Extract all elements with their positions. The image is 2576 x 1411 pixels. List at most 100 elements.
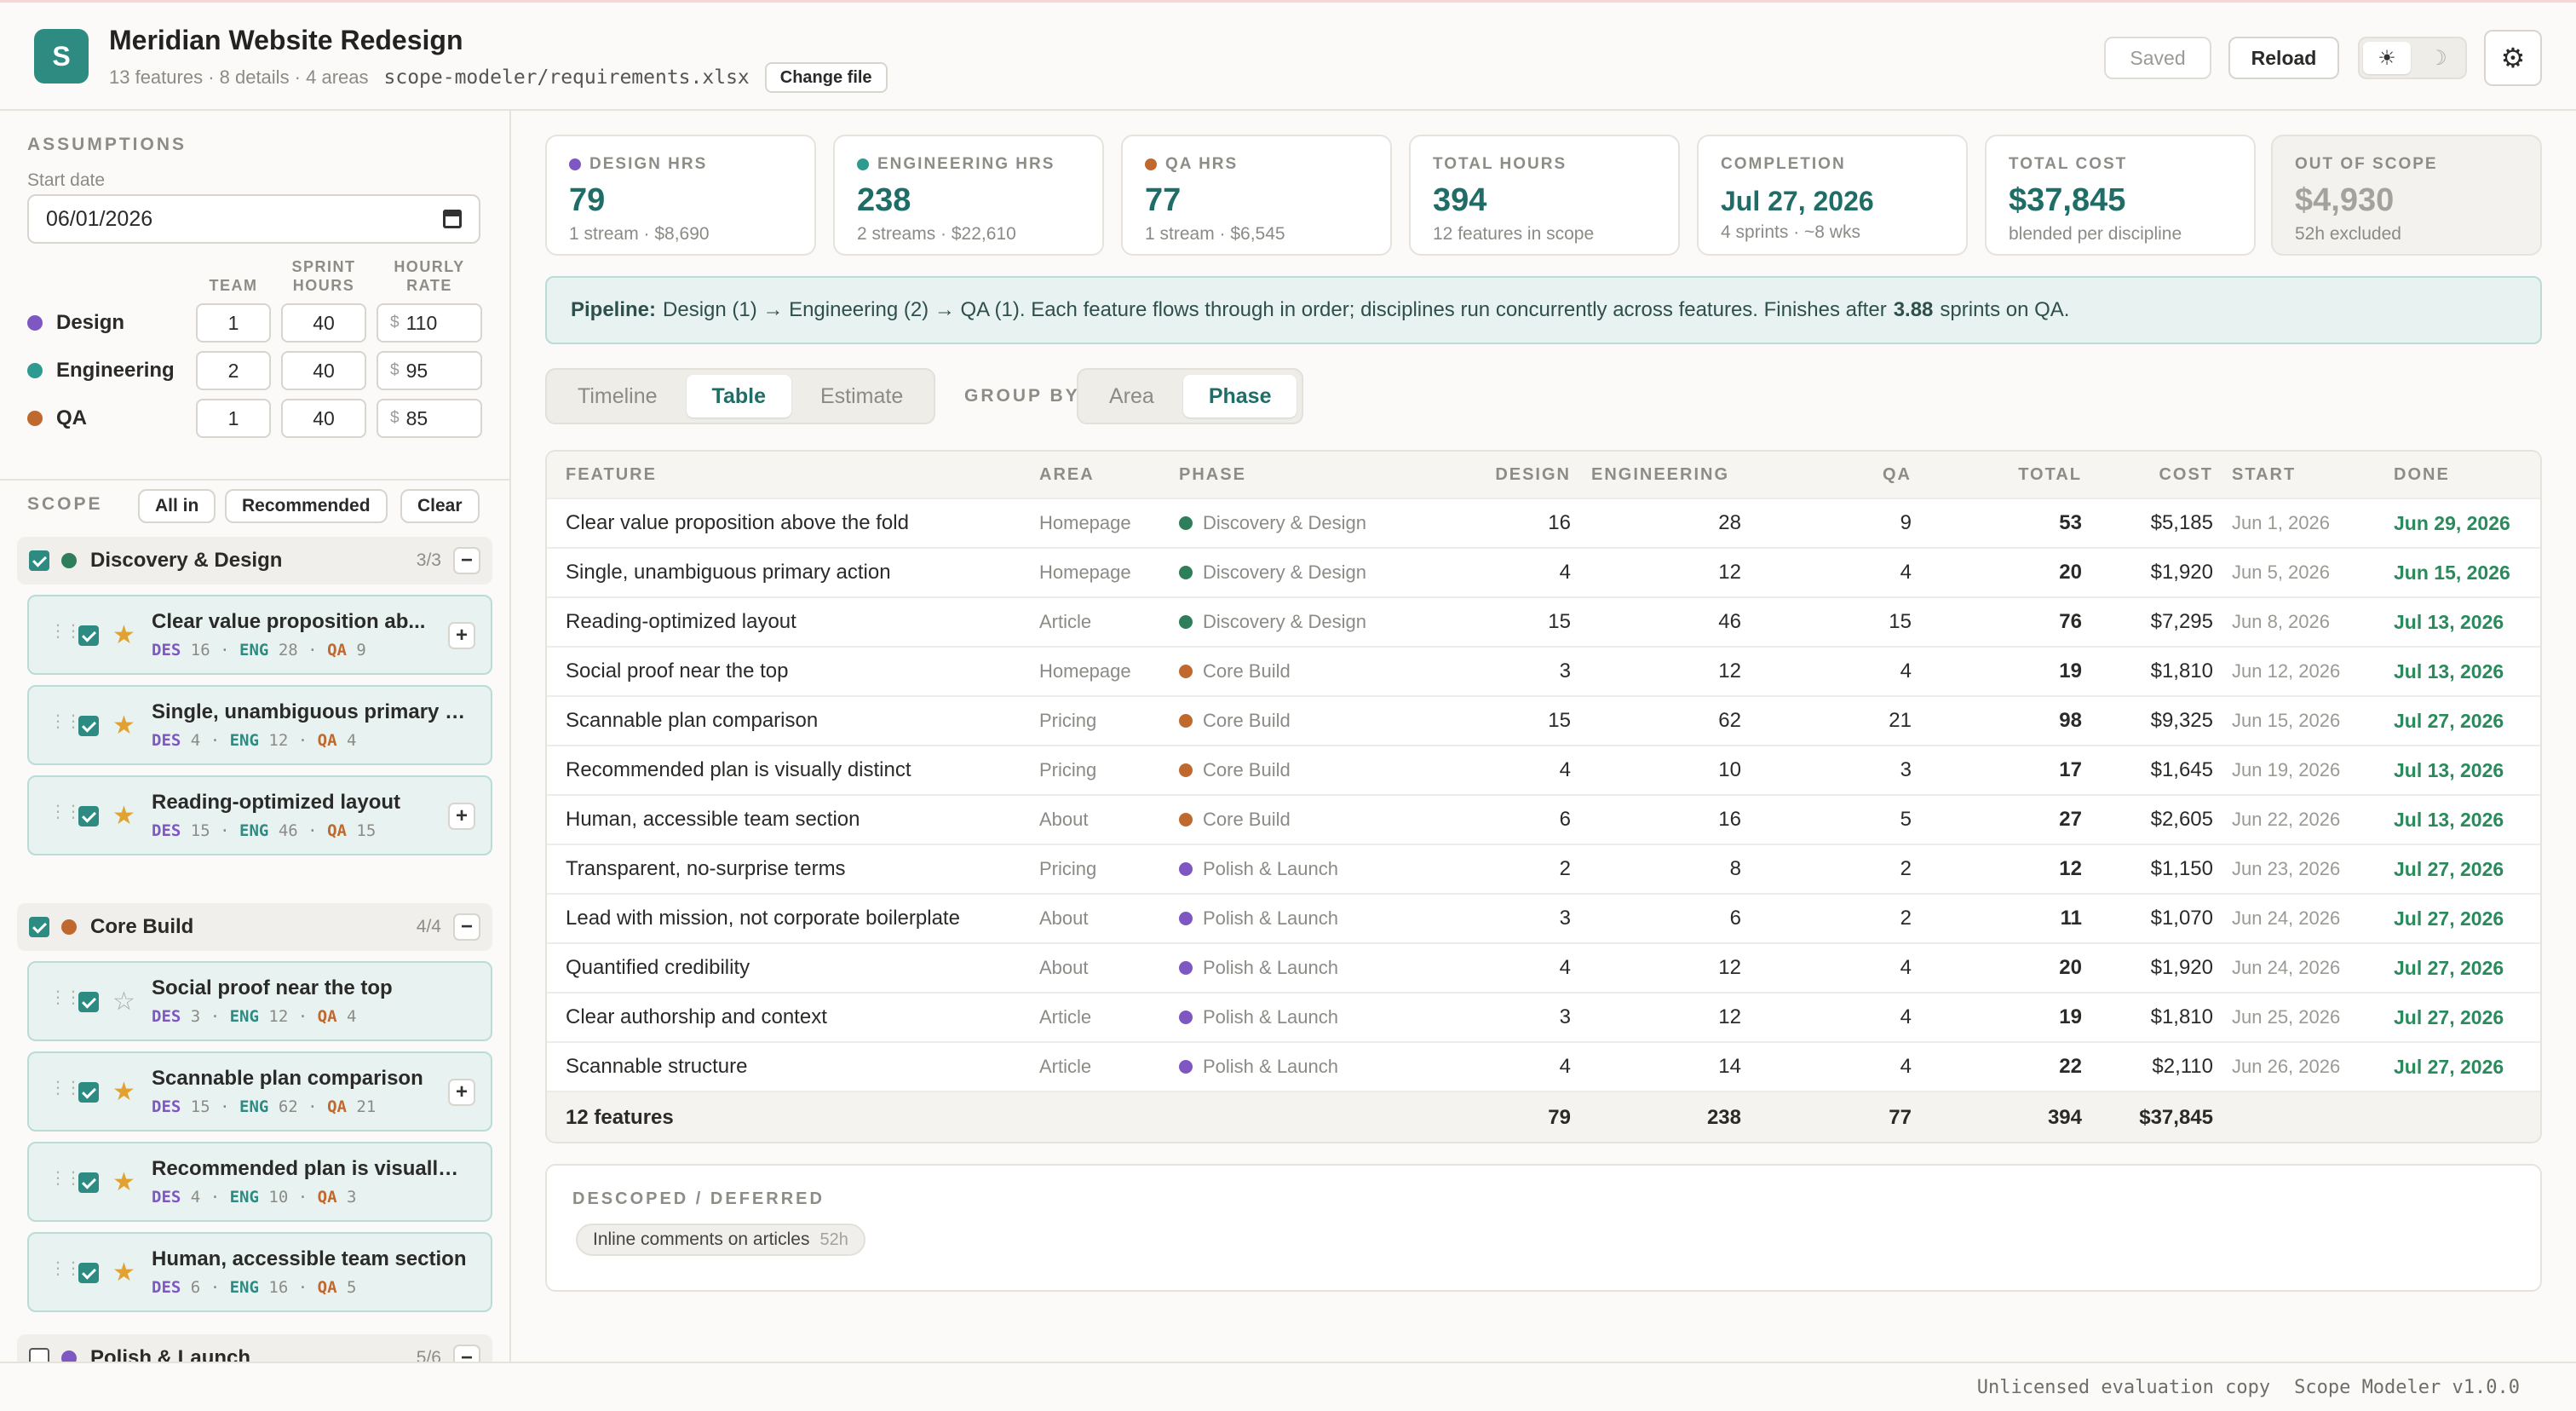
descoped-heading: DESCOPED / DEFERRED [572, 1189, 825, 1208]
table-row[interactable]: Clear value proposition above the fold Ho… [547, 499, 2540, 549]
collapse-icon[interactable]: − [453, 547, 480, 574]
star-icon[interactable]: ★ [112, 801, 135, 831]
cell-start: Jun 26, 2026 [2232, 1056, 2341, 1077]
phase-dot [1179, 615, 1193, 629]
drag-handle-icon[interactable]: ⋮⋮ [49, 989, 82, 1006]
col-feature[interactable]: FEATURE [566, 452, 657, 498]
tab-area[interactable]: Area [1084, 375, 1180, 418]
engineering-team-input[interactable]: 2 [196, 351, 271, 390]
calendar-icon[interactable] [443, 210, 462, 228]
feature-checkbox[interactable] [78, 625, 99, 646]
feature-card[interactable]: ⋮⋮ ★ Human, accessible team section DES … [27, 1232, 492, 1312]
group-checkbox[interactable] [29, 1348, 49, 1362]
col-phase[interactable]: PHASE [1179, 452, 1246, 498]
settings-button[interactable]: ⚙ [2484, 30, 2542, 86]
table-row[interactable]: Scannable plan comparison Pricing Core Bui… [547, 697, 2540, 746]
qa-sprint-hours-input[interactable]: 40 [281, 399, 366, 438]
col-total[interactable]: TOTAL [1927, 452, 2082, 498]
change-file-button[interactable]: Change file [764, 62, 888, 93]
scope-group-core-build[interactable]: Core Build 4/4 − [17, 903, 492, 951]
col-design[interactable]: DESIGN [1416, 452, 1571, 498]
drag-handle-icon[interactable]: ⋮⋮ [49, 713, 82, 730]
design-sprint-hours-input[interactable]: 40 [281, 303, 366, 343]
col-done[interactable]: DONE [2394, 452, 2450, 498]
group-checkbox[interactable] [29, 917, 49, 937]
design-rate-input[interactable]: $110 [377, 303, 482, 343]
moon-icon[interactable]: ☽ [2414, 42, 2462, 74]
star-outline-icon[interactable]: ☆ [112, 987, 135, 1016]
drag-handle-icon[interactable]: ⋮⋮ [49, 1080, 82, 1097]
reload-button[interactable]: Reload [2228, 37, 2339, 79]
feature-name: Social proof near the top [152, 976, 393, 999]
clear-button[interactable]: Clear [400, 489, 480, 523]
table-row[interactable]: Lead with mission, not corporate boilerp… [547, 895, 2540, 944]
drag-handle-icon[interactable]: ⋮⋮ [49, 1170, 82, 1187]
scope-group-polish-launch[interactable]: Polish & Launch 5/6 − [17, 1334, 492, 1362]
start-date-input[interactable]: 06/01/2026 [27, 194, 480, 244]
star-icon[interactable]: ★ [112, 620, 135, 650]
drag-handle-icon[interactable]: ⋮⋮ [49, 1260, 82, 1277]
col-area[interactable]: AREA [1039, 452, 1095, 498]
stat-value: Jul 27, 2026 [1721, 186, 1874, 216]
feature-card[interactable]: ⋮⋮ ★ Clear value proposition ab... DES 1… [27, 595, 492, 675]
feature-card[interactable]: ⋮⋮ ☆ Social proof near the top DES 3 · E… [27, 961, 492, 1041]
tab-timeline[interactable]: Timeline [552, 375, 683, 418]
col-engineering[interactable]: ENGINEERING [1591, 452, 1729, 498]
col-qa[interactable]: QA [1757, 452, 1912, 498]
feature-checkbox[interactable] [78, 806, 99, 826]
table-row[interactable]: Clear authorship and context Article Polis… [547, 993, 2540, 1043]
qa-rate-input[interactable]: $85 [377, 399, 482, 438]
recommended-button[interactable]: Recommended [225, 489, 388, 523]
phase-dot [1179, 1011, 1193, 1024]
feature-checkbox[interactable] [78, 1082, 99, 1103]
table-row[interactable]: Reading-optimized layout Article Discovery… [547, 598, 2540, 648]
expand-icon[interactable]: + [448, 1079, 475, 1106]
drag-handle-icon[interactable]: ⋮⋮ [49, 803, 82, 821]
feature-card[interactable]: ⋮⋮ ★ Scannable plan comparison DES 15 · … [27, 1051, 492, 1132]
feature-checkbox[interactable] [78, 1263, 99, 1283]
expand-icon[interactable]: + [448, 622, 475, 649]
collapse-icon[interactable]: − [453, 1345, 480, 1362]
theme-toggle[interactable]: ☀ ☽ [2358, 37, 2467, 79]
tab-estimate[interactable]: Estimate [795, 375, 929, 418]
descoped-chip[interactable]: Inline comments on articles 52h [576, 1224, 865, 1256]
table-row[interactable]: Transparent, no-surprise terms Pricing Pol… [547, 845, 2540, 895]
table-row[interactable]: Single, unambiguous primary action Homepa… [547, 549, 2540, 598]
star-icon[interactable]: ★ [112, 1167, 135, 1197]
all-in-button[interactable]: All in [138, 489, 216, 523]
design-team-input[interactable]: 1 [196, 303, 271, 343]
stat-value: 79 [569, 182, 606, 218]
table-row[interactable]: Scannable structure Article Polish & Launc… [547, 1043, 2540, 1092]
engineering-rate-input[interactable]: $95 [377, 351, 482, 390]
table-row[interactable]: Social proof near the top Homepage Core Bu… [547, 648, 2540, 697]
engineering-sprint-hours-input[interactable]: 40 [281, 351, 366, 390]
qa-team-input[interactable]: 1 [196, 399, 271, 438]
table-header-row: FEATURE AREA PHASE DESIGN ENGINEERING QA… [547, 452, 2540, 499]
tab-phase[interactable]: Phase [1182, 375, 1297, 418]
col-start[interactable]: START [2232, 452, 2296, 498]
scope-group-discovery-design[interactable]: Discovery & Design 3/3 − [17, 537, 492, 585]
star-icon[interactable]: ★ [112, 711, 135, 740]
star-icon[interactable]: ★ [112, 1077, 135, 1107]
table-row[interactable]: Quantified credibility About Polish & Laun… [547, 944, 2540, 993]
table-row[interactable]: Recommended plan is visually distinct Pri… [547, 746, 2540, 796]
table-row[interactable]: Human, accessible team section About Core … [547, 796, 2540, 845]
feature-card[interactable]: ⋮⋮ ★ Single, unambiguous primary a... DE… [27, 685, 492, 765]
sun-icon[interactable]: ☀ [2363, 42, 2411, 74]
tab-table[interactable]: Table [686, 375, 791, 418]
feature-checkbox[interactable] [78, 992, 99, 1012]
group-checkbox[interactable] [29, 550, 49, 571]
star-icon[interactable]: ★ [112, 1258, 135, 1287]
drag-handle-icon[interactable]: ⋮⋮ [49, 623, 82, 640]
feature-checkbox[interactable] [78, 716, 99, 736]
feature-card[interactable]: ⋮⋮ ★ Recommended plan is visually ... DE… [27, 1142, 492, 1222]
feature-card[interactable]: ⋮⋮ ★ Reading-optimized layout DES 15 · E… [27, 775, 492, 855]
expand-icon[interactable]: + [448, 803, 475, 830]
collapse-icon[interactable]: − [453, 913, 480, 941]
feature-checkbox[interactable] [78, 1172, 99, 1193]
cell-engineering: 12 [1718, 659, 1741, 682]
cell-cost: $2,110 [2152, 1055, 2213, 1078]
saved-button[interactable]: Saved [2104, 37, 2211, 79]
col-cost[interactable]: COST [2080, 452, 2213, 498]
pipeline-sprints: 3.88 [1893, 298, 1934, 321]
